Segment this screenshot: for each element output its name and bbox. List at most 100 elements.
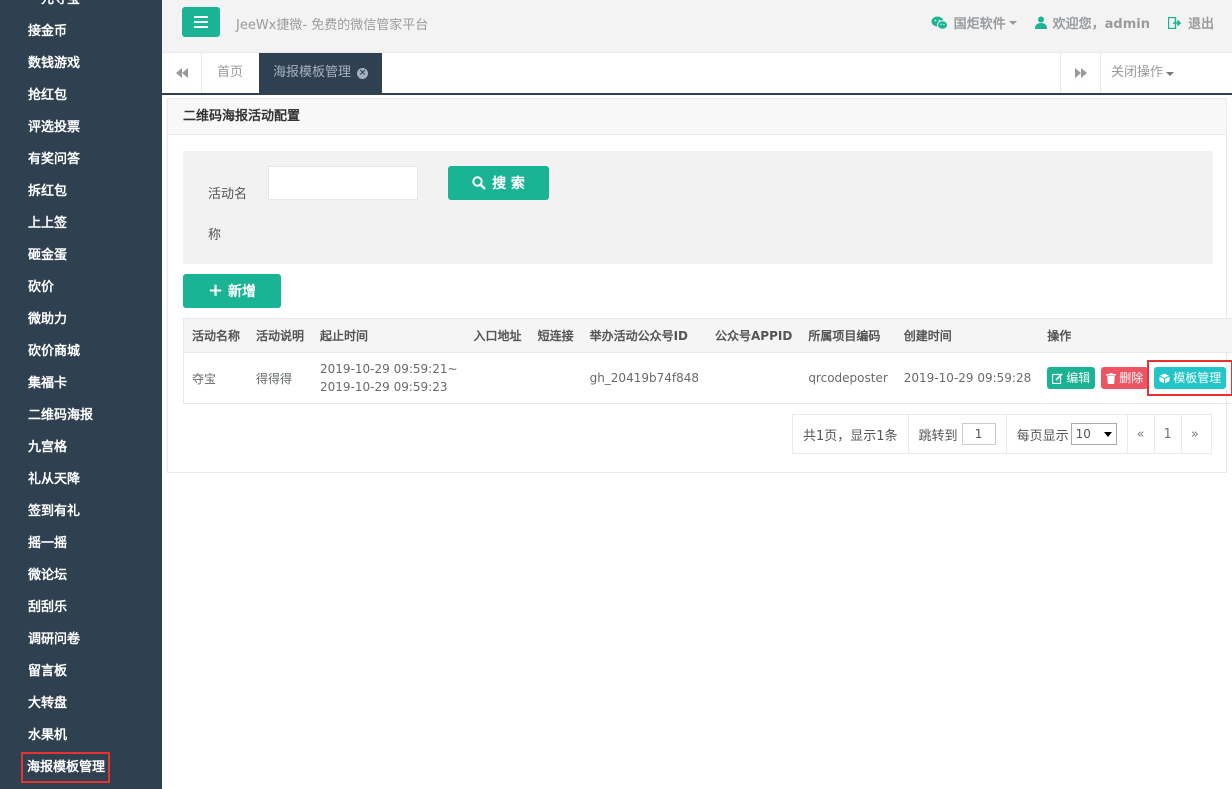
user-welcome[interactable]: 欢迎您，admin	[1034, 13, 1150, 32]
wechat-icon	[931, 16, 948, 30]
operation-buttons: 编辑 删除 模板管理	[1047, 360, 1232, 396]
cell-desc: 得得得	[256, 371, 293, 386]
sidebar-item[interactable]: 砍价商城	[0, 336, 162, 368]
sidebar-item[interactable]: 微助力	[0, 304, 162, 336]
sidebar: 一元夺宝 接金币 数钱游戏 抢红包 评选投票 有奖问答 拆红包 上上签 砸金蛋 …	[0, 0, 162, 789]
sidebar-item[interactable]: 砸金蛋	[0, 240, 162, 272]
sidebar-item[interactable]: 九宫格	[0, 432, 162, 464]
activity-name-input[interactable]	[268, 166, 418, 200]
sidebar-item[interactable]: 集福卡	[0, 368, 162, 400]
column-header: 短连接	[529, 318, 582, 353]
trash-icon	[1106, 372, 1117, 384]
page-size-select[interactable]: 10	[1070, 423, 1117, 445]
table-header-row: 活动名称 活动说明 起止时间 入口地址 短连接 举办活动公众号ID 公众号APP…	[183, 318, 1232, 353]
page-number-button[interactable]: 1	[1155, 415, 1182, 453]
sidebar-item[interactable]: 一元夺宝	[0, 0, 162, 16]
cell-project: qrcodeposter	[808, 371, 888, 385]
sidebar-item[interactable]: 大转盘	[0, 688, 162, 720]
column-header: 入口地址	[465, 318, 530, 353]
sidebar-menu: 一元夺宝 接金币 数钱游戏 抢红包 评选投票 有奖问答 拆红包 上上签 砸金蛋 …	[0, 0, 162, 784]
edit-label: 编辑	[1066, 371, 1091, 385]
menu-toggle-button[interactable]	[182, 7, 220, 37]
close-operations-dropdown[interactable]: 关闭操作	[1100, 53, 1180, 93]
tab-home[interactable]: 首页	[203, 53, 257, 93]
column-header: 活动名称	[183, 318, 249, 353]
user-icon	[1034, 16, 1047, 29]
company-dropdown[interactable]: 国炬软件	[931, 13, 1017, 32]
content-panel: 二维码海报活动配置 活动名称 搜 索 + 新增 活动名称 活动说明 起止时间 入…	[167, 98, 1232, 473]
template-manage-button[interactable]: 模板管理	[1154, 367, 1227, 389]
top-header: JeeWx捷微- 免费的微信管家平台 国炬软件 欢迎您，admin 退出	[162, 0, 1232, 53]
cell-operations: 编辑 删除 模板管理	[1039, 353, 1232, 404]
edit-icon	[1052, 372, 1063, 384]
next-page-button[interactable]: »	[1182, 415, 1208, 453]
sidebar-item[interactable]: 有奖问答	[0, 144, 162, 176]
sidebar-item[interactable]: 留言板	[0, 656, 162, 688]
plus-icon: +	[207, 280, 224, 301]
panel-title: 二维码海报活动配置	[168, 99, 1226, 135]
top-right-menu: 国炬软件 欢迎您，admin 退出	[931, 13, 1232, 32]
tab-scroll-left-button[interactable]	[162, 53, 202, 93]
company-name: 国炬软件	[953, 17, 1006, 32]
table-row: 夺宝 得得得 2019-10-29 09:59:21~ 2019-10-29 0…	[184, 353, 1232, 404]
search-area: 活动名称 搜 索	[183, 151, 1213, 264]
sidebar-item[interactable]: 签到有礼	[0, 496, 162, 528]
pagination: 共1页，显示1条 跳转到 1 每页显示 10 « 1 »	[792, 414, 1212, 454]
column-header: 公众号APPID	[707, 318, 801, 353]
page-size-label: 每页显示	[1016, 428, 1069, 444]
column-header: 起止时间	[312, 318, 466, 353]
page-tabs: 首页 海报模板管理 × 关闭操作	[162, 53, 1232, 95]
activity-table: 活动名称 活动说明 起止时间 入口地址 短连接 举办活动公众号ID 公众号APP…	[183, 318, 1232, 404]
cube-icon	[1159, 373, 1170, 383]
sidebar-item-label: 海报模板管理	[20, 752, 111, 783]
add-button-label: 新增	[228, 284, 257, 300]
prev-page-button[interactable]: «	[1128, 415, 1155, 453]
caret-down-icon	[1166, 72, 1175, 76]
column-header: 创建时间	[895, 318, 1040, 353]
sidebar-item[interactable]: 微论坛	[0, 560, 162, 592]
search-button[interactable]: 搜 索	[448, 166, 549, 200]
template-manage-label: 模板管理	[1173, 371, 1222, 385]
sidebar-item[interactable]: 上上签	[0, 208, 162, 240]
sidebar-item[interactable]: 礼从天降	[0, 464, 162, 496]
sidebar-item[interactable]: 评选投票	[0, 112, 162, 144]
cell-gh-id: gh_20419b74f848	[589, 371, 699, 385]
time-start: 2019-10-29 09:59:21~	[320, 362, 458, 376]
delete-button[interactable]: 删除	[1101, 367, 1149, 389]
site-title: JeeWx捷微- 免费的微信管家平台	[236, 18, 429, 33]
time-end: 2019-10-29 09:59:23	[320, 380, 448, 394]
sidebar-item[interactable]: 二维码海报	[0, 400, 162, 432]
delete-label: 删除	[1119, 371, 1144, 385]
sidebar-item[interactable]: 拆红包	[0, 176, 162, 208]
search-label: 活动名称	[208, 187, 248, 243]
page-size-value: 10	[1075, 427, 1091, 441]
column-header: 活动说明	[248, 318, 313, 353]
jump-page-input[interactable]: 1	[961, 423, 996, 445]
cell-short-link	[530, 353, 582, 404]
sidebar-item[interactable]: 砍价	[0, 272, 162, 304]
sidebar-item[interactable]: 抢红包	[0, 80, 162, 112]
sidebar-item[interactable]: 摇一摇	[0, 528, 162, 560]
hamburger-icon	[194, 16, 208, 28]
add-button[interactable]: + 新增	[183, 274, 281, 308]
close-icon[interactable]: ×	[357, 67, 369, 79]
cell-time: 2019-10-29 09:59:21~ 2019-10-29 09:59:23	[312, 353, 466, 404]
edit-button[interactable]: 编辑	[1047, 367, 1096, 389]
backward-icon	[175, 68, 188, 78]
jump-label: 跳转到	[918, 428, 958, 444]
close-ops-label: 关闭操作	[1111, 65, 1164, 80]
column-header: 所属项目编码	[800, 318, 896, 353]
cell-appid	[707, 353, 800, 404]
sidebar-item[interactable]: 水果机	[0, 720, 162, 752]
sidebar-item[interactable]: 刮刮乐	[0, 592, 162, 624]
sidebar-item-poster-template[interactable]: 海报模板管理	[0, 752, 162, 784]
sidebar-item[interactable]: 数钱游戏	[0, 48, 162, 80]
column-header: 操作	[1039, 318, 1232, 353]
tab-scroll-right-button[interactable]	[1060, 53, 1100, 93]
template-highlight: 模板管理	[1147, 360, 1232, 396]
tab-poster-template[interactable]: 海报模板管理 ×	[259, 53, 383, 93]
search-icon	[472, 176, 486, 190]
sidebar-item[interactable]: 调研问卷	[0, 624, 162, 656]
logout-link[interactable]: 退出	[1167, 13, 1214, 32]
sidebar-item[interactable]: 接金币	[0, 16, 162, 48]
